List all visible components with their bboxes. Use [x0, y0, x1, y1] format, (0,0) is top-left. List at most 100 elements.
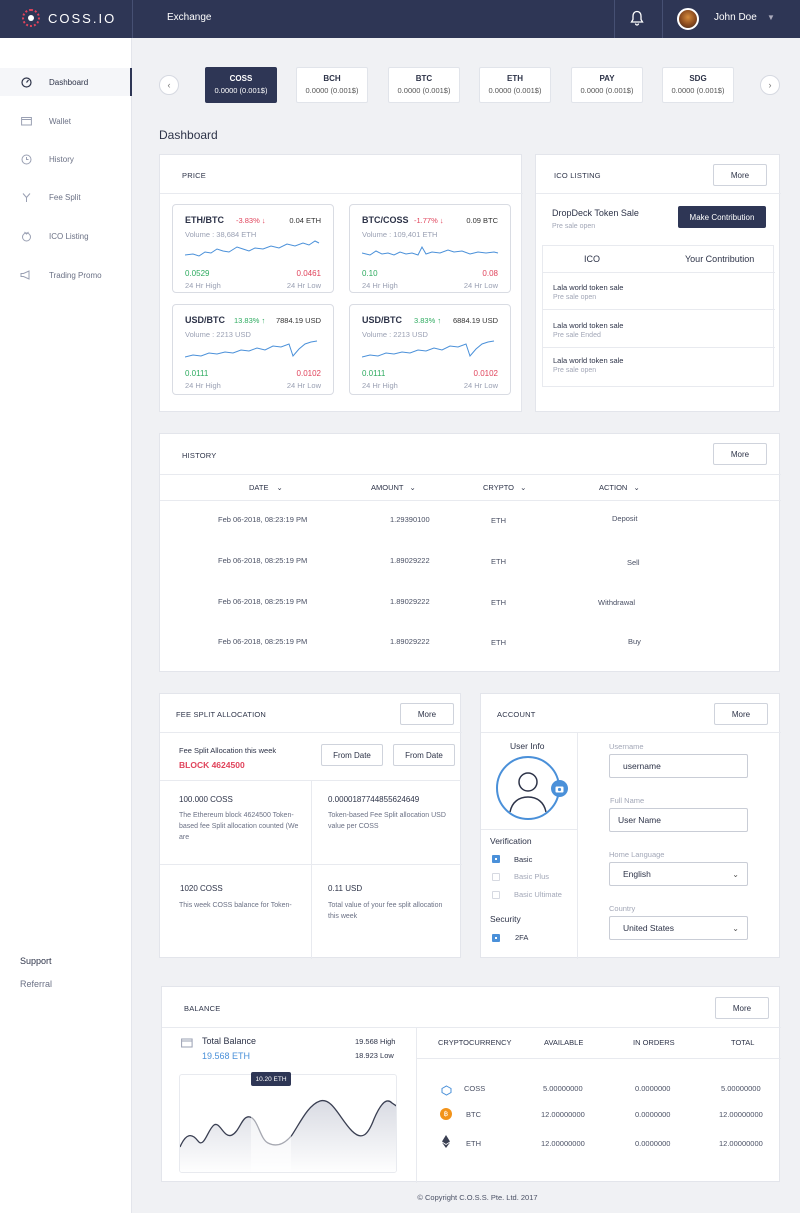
fee-desc: This week COSS balance for Token- — [179, 902, 292, 909]
divider — [160, 732, 462, 733]
low-value: 0.0461 — [296, 269, 321, 278]
cell-action: Deposit — [612, 514, 638, 523]
ico-status: Pre sale Ended — [553, 332, 601, 339]
basic-ultimate-checkbox[interactable] — [492, 891, 500, 899]
low-label: 24 Hr Low — [286, 281, 321, 290]
basic-checkbox[interactable] — [492, 855, 500, 863]
price-pair-card[interactable]: BTC/COSS -1.77% ↓ 0.09 BTC Volume : 109,… — [349, 204, 511, 293]
ticker-bch[interactable]: BCH 0.0000 (0.001$) — [296, 67, 368, 103]
ticker-sdg[interactable]: SDG 0.0000 (0.001$) — [662, 67, 734, 103]
divider — [160, 193, 523, 194]
divider — [614, 0, 615, 38]
header-label: AMOUNT — [371, 483, 404, 492]
ico-name[interactable]: Lala world token sale — [553, 283, 623, 292]
week-label: Fee Split Allocation this week — [179, 746, 277, 755]
logo-text: COSS.IO — [48, 10, 117, 26]
wallet-icon — [181, 1035, 193, 1053]
more-button[interactable]: More — [400, 703, 454, 725]
sidebar-item-label: Wallet — [49, 116, 71, 126]
cell-available: 5.00000000 — [543, 1084, 583, 1093]
basic-plus-checkbox[interactable] — [492, 873, 500, 881]
cell-available: 12.00000000 — [541, 1110, 585, 1119]
ico-name[interactable]: Lala world token sale — [553, 321, 623, 330]
cell-amount: 1.89029222 — [390, 637, 430, 646]
column-header: CRYPTOCURRENCY — [438, 1038, 512, 1047]
change-percent: -3.83% — [236, 216, 260, 225]
arrow-down-icon: ↓ — [439, 216, 444, 225]
card-title: FEE SPLIT ALLOCATION — [176, 710, 267, 719]
column-header-crypto[interactable]: CRYPTO ⌄ — [483, 483, 526, 492]
featured-ico-name: DropDeck Token Sale — [552, 208, 639, 218]
security-label: Security — [490, 914, 521, 924]
chevron-down-icon: ⌄ — [732, 869, 739, 879]
ticker-coss[interactable]: COSS 0.0000 (0.001$) — [205, 67, 277, 103]
ticker-name: BTC — [415, 74, 433, 83]
more-button[interactable]: More — [714, 703, 768, 725]
ticker-value: 0.0000 (0.001$) — [671, 86, 725, 95]
user-name[interactable]: John Doe — [714, 12, 757, 23]
chevron-down-icon[interactable]: ▼ — [767, 13, 775, 22]
ticker-btc[interactable]: BTC 0.0000 (0.001$) — [388, 67, 460, 103]
camera-icon[interactable] — [551, 780, 568, 797]
fee-value: 1020 COSS — [180, 884, 223, 893]
referral-link[interactable]: Referral — [20, 979, 52, 989]
country-select[interactable]: United States ⌄ — [609, 916, 748, 940]
price-pair-card[interactable]: USD/BTC 13.83% ↑ 7884.19 USD Volume : 22… — [172, 304, 334, 395]
sidebar-item-dashboard[interactable]: Dashboard — [0, 68, 132, 96]
make-contribution-button[interactable]: Make Contribution — [678, 206, 766, 228]
ticker-name: SDG — [689, 74, 707, 83]
language-select[interactable]: English ⌄ — [609, 862, 748, 886]
price-pair-card[interactable]: ETH/BTC -3.83% ↓ 0.04 ETH Volume : 38,68… — [172, 204, 334, 293]
avatar[interactable] — [677, 8, 699, 30]
sidebar-item-fee-split[interactable]: Fee Split — [0, 183, 132, 211]
cell-available: 12.00000000 — [541, 1139, 585, 1148]
from-date-button[interactable]: From Date — [321, 744, 383, 766]
balance-chart[interactable] — [179, 1074, 397, 1173]
more-button[interactable]: More — [713, 443, 767, 465]
column-header-amount[interactable]: AMOUNT ⌄ — [371, 483, 416, 492]
high-value: 0.0111 — [362, 369, 386, 378]
chevron-down-icon: ⌄ — [520, 483, 527, 492]
more-button[interactable]: More — [713, 164, 767, 186]
sidebar-item-wallet[interactable]: Wallet — [0, 107, 132, 135]
price-pair-card[interactable]: USD/BTC 3.83% ↑ 6884.19 USD Volume : 221… — [349, 304, 511, 395]
prev-arrow-button[interactable]: ‹ — [159, 75, 179, 95]
ico-icon — [20, 230, 32, 242]
sidebar-item-trading-promo[interactable]: Trading Promo — [0, 261, 132, 289]
low-value: 0.0102 — [473, 369, 498, 378]
column-header-date[interactable]: DATE ⌄ — [249, 483, 283, 492]
header-label: DATE — [249, 483, 269, 492]
more-button[interactable]: More — [715, 997, 769, 1019]
high-label: 24 Hr High — [185, 381, 221, 390]
from-date-button[interactable]: From Date — [393, 744, 455, 766]
next-arrow-button[interactable]: › — [760, 75, 780, 95]
ticker-pay[interactable]: PAY 0.0000 (0.001$) — [571, 67, 643, 103]
low-value: 0.08 — [482, 269, 498, 278]
dashboard-icon — [20, 76, 32, 88]
card-title: PRICE — [182, 171, 206, 180]
verif-label: Basic Plus — [514, 872, 550, 881]
sidebar-item-ico-listing[interactable]: ICO Listing — [0, 222, 132, 250]
column-header-action[interactable]: ACTION ⌄ — [599, 483, 640, 492]
username-input[interactable]: username — [609, 754, 748, 778]
sparkline — [362, 245, 499, 256]
fee-desc: The Ethereum block 4624500 Token-based f… — [179, 812, 299, 841]
high-label: 24 Hr High — [362, 381, 398, 390]
fullname-input[interactable]: User Name — [609, 808, 748, 832]
support-link[interactable]: Support — [20, 956, 52, 966]
chart-tooltip: 10.20 ETH — [251, 1072, 291, 1086]
change-value: 3.83% ↑ — [414, 316, 441, 325]
bell-icon[interactable] — [630, 10, 646, 28]
sidebar-item-history[interactable]: History — [0, 145, 132, 173]
cell-date: Feb 06-2018, 08:23:19 PM — [218, 515, 308, 524]
2fa-checkbox[interactable] — [492, 934, 500, 942]
cell-coin: ETH — [466, 1139, 481, 1148]
ticker-eth[interactable]: ETH 0.0000 (0.001$) — [479, 67, 551, 103]
high-value: 0.10 — [362, 269, 378, 278]
logo[interactable]: COSS.IO — [22, 9, 116, 27]
sidebar: Dashboard Wallet History Fee Split ICO L… — [0, 38, 132, 1213]
cell-crypto: ETH — [491, 557, 506, 566]
ico-name[interactable]: Lala world token sale — [553, 356, 623, 365]
arrow-up-icon: ↑ — [261, 316, 266, 325]
ico-table: ICO Your Contribution Lala world token s… — [542, 245, 775, 387]
